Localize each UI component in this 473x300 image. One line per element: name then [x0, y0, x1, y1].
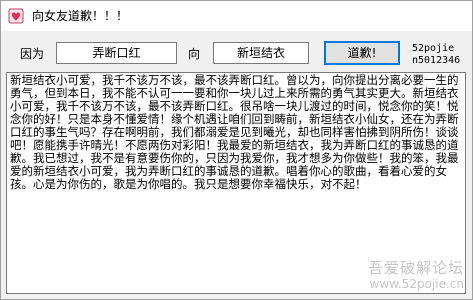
- app-window: 向女友道歉！！！ 因为 弄断口红 向 新垣结衣 道歉! 52pojie n501…: [0, 0, 473, 300]
- forum-watermark: 吾爱破解论坛 www.52pojie.cn: [367, 259, 464, 292]
- credit-line-1: 52pojie: [412, 43, 455, 54]
- reason-input[interactable]: 弄断口红: [56, 42, 177, 64]
- reason-label: 因为: [20, 47, 45, 61]
- app-icon: [8, 8, 24, 24]
- apologize-button[interactable]: 道歉!: [324, 41, 400, 65]
- window-title: 向女友道歉！！！: [32, 9, 129, 23]
- title-bar[interactable]: 向女友道歉！！！: [1, 1, 472, 31]
- credit-line-2: n5012346: [412, 55, 461, 66]
- watermark-line-1: 吾爱破解论坛: [367, 259, 464, 277]
- to-label: 向: [188, 47, 201, 61]
- watermark-line-2: www.52pojie.cn: [369, 277, 464, 291]
- name-input[interactable]: 新垣结衣: [213, 42, 309, 64]
